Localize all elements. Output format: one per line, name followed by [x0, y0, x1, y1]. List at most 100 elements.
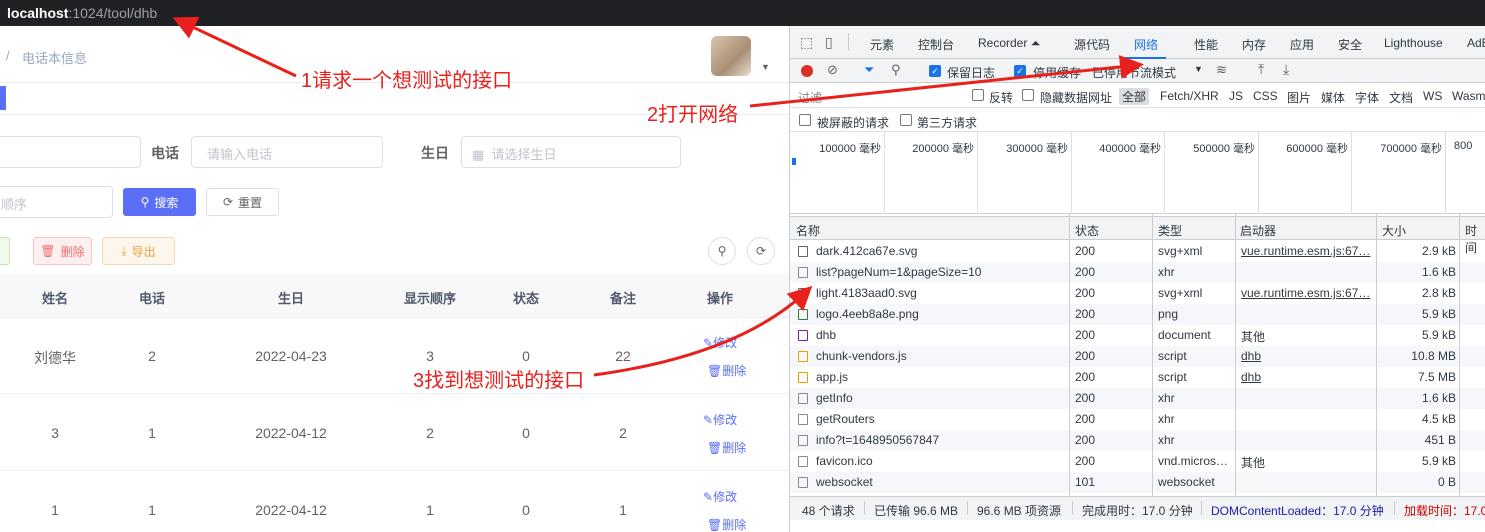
hide-data-urls-checkbox[interactable] — [1022, 89, 1034, 101]
chevron-down-icon[interactable]: ▼ — [761, 62, 770, 72]
network-conditions-icon[interactable]: ≋ — [1216, 62, 1227, 78]
tab-elements[interactable]: 元素 — [870, 36, 894, 53]
avatar[interactable] — [711, 36, 751, 76]
column-header-size[interactable]: 大小 — [1382, 222, 1406, 239]
address-bar[interactable]: localhost:1024/tool/dhb — [0, 0, 1485, 26]
invert-checkbox[interactable] — [972, 89, 984, 101]
export-button[interactable]: ⤓ 导出 — [102, 237, 175, 265]
request-row[interactable]: favicon.ico 200 vnd.micros… 其他 5.9 kB — [790, 451, 1485, 472]
delete-link[interactable]: 🗑删除 — [707, 439, 746, 456]
cell-remark: 2 — [619, 425, 627, 441]
third-party-checkbox[interactable] — [900, 114, 912, 126]
device-toolbar-icon[interactable]: ▯ — [825, 34, 833, 51]
delete-link[interactable]: 🗑删除 — [707, 516, 746, 532]
filter-type-doc[interactable]: 文档 — [1389, 89, 1413, 106]
refresh-icon: ⟳ — [222, 195, 234, 209]
blocked-requests-checkbox[interactable] — [799, 114, 811, 126]
filter-type-font[interactable]: 字体 — [1355, 89, 1379, 106]
breadcrumb-separator: / — [6, 48, 10, 63]
tab-lighthouse[interactable]: Lighthouse — [1384, 36, 1443, 50]
request-row[interactable]: list?pageNum=1&pageSize=10 200 xhr 1.6 kB — [790, 262, 1485, 283]
request-initiator[interactable]: dhb — [1241, 370, 1374, 384]
name-field[interactable] — [0, 136, 141, 168]
tab-adblock[interactable]: AdB — [1467, 36, 1485, 50]
tab-network[interactable]: 网络 — [1134, 36, 1158, 53]
cell-birthday: 2022-04-12 — [255, 502, 327, 518]
edit-link-label: 修改 — [713, 413, 738, 427]
record-icon[interactable] — [801, 65, 813, 77]
edit-link[interactable]: ✎修改 — [703, 411, 737, 428]
hide-data-urls-label: 隐藏数据网址 — [1040, 91, 1113, 105]
reset-button[interactable]: ⟳ 重置 — [206, 188, 279, 216]
active-tag-indicator[interactable] — [0, 86, 6, 110]
request-row[interactable]: app.js 200 script dhb 7.5 MB — [790, 367, 1485, 388]
filter-type-css[interactable]: CSS — [1253, 89, 1278, 103]
clear-icon[interactable]: ⊘ — [827, 62, 838, 78]
preserve-log-checkbox[interactable]: ✓ — [929, 65, 941, 77]
request-row[interactable]: dhb 200 document 其他 5.9 kB — [790, 325, 1485, 346]
tab-performance[interactable]: 性能 — [1194, 36, 1218, 53]
column-header-name[interactable]: 名称 — [796, 222, 820, 239]
cell-order: 3 — [426, 348, 434, 364]
request-row[interactable]: websocket 101 websocket 0 B — [790, 472, 1485, 493]
grid-line — [1445, 132, 1446, 214]
tab-sources[interactable]: 源代码 — [1074, 36, 1110, 53]
birthday-label: 生日 — [421, 145, 449, 161]
import-har-icon[interactable]: ⤒ — [1258, 61, 1264, 78]
filter-type-js[interactable]: JS — [1229, 89, 1243, 103]
request-status: 200 — [1075, 349, 1096, 363]
request-initiator[interactable]: vue.runtime.esm.js:67… — [1241, 286, 1374, 300]
tab-recorder[interactable]: Recorder ⏶ — [978, 36, 1040, 51]
filter-type-fetch-xhr[interactable]: Fetch/XHR — [1160, 89, 1219, 103]
throttle-select[interactable]: 已停用节流模式 — [1092, 64, 1176, 81]
phone-input[interactable]: 请输入电话 — [191, 136, 383, 168]
request-status: 200 — [1075, 286, 1096, 300]
refresh-button[interactable]: ⟳ — [747, 237, 775, 265]
export-har-icon[interactable]: ⤓ — [1283, 61, 1289, 78]
tab-memory[interactable]: 内存 — [1242, 36, 1266, 53]
add-button[interactable] — [0, 237, 10, 265]
filter-type-ws[interactable]: WS — [1423, 89, 1442, 103]
request-row[interactable]: getInfo 200 xhr 1.6 kB — [790, 388, 1485, 409]
column-header-status[interactable]: 状态 — [1075, 222, 1099, 239]
search-button[interactable]: ⚲ 搜索 — [123, 188, 196, 216]
filter-type-media[interactable]: 媒体 — [1321, 89, 1345, 106]
filter-type-img[interactable]: 图片 — [1287, 89, 1311, 106]
column-header-type[interactable]: 类型 — [1158, 222, 1182, 239]
filter-input[interactable]: 过滤 — [798, 89, 822, 106]
request-row[interactable]: dark.412ca67e.svg 200 svg+xml vue.runtime.e… — [790, 241, 1485, 262]
disable-cache-checkbox[interactable]: ✓ — [1014, 65, 1026, 77]
request-initiator[interactable]: vue.runtime.esm.js:67… — [1241, 244, 1374, 258]
request-row[interactable]: logo.4eeb8a8e.png 200 png 5.9 kB — [790, 304, 1485, 325]
tab-console[interactable]: 控制台 — [918, 36, 954, 53]
delete-button[interactable]: 🗑 删除 — [33, 237, 92, 265]
filter-type-wasm[interactable]: Wasm — [1452, 89, 1485, 103]
inspect-element-icon[interactable]: ⬚ — [800, 34, 813, 51]
filter-icon[interactable]: ⏷ — [864, 62, 874, 78]
request-initiator[interactable]: dhb — [1241, 349, 1374, 363]
request-row[interactable]: light.4183aad0.svg 200 svg+xml vue.runtime.… — [790, 283, 1485, 304]
edit-link[interactable]: ✎修改 — [703, 488, 737, 505]
toggle-search-button[interactable]: ⚲ — [708, 237, 736, 265]
birthday-picker[interactable]: ▦ 请选择生日 — [461, 136, 681, 168]
cell-phone: 1 — [148, 502, 156, 518]
request-name: light.4183aad0.svg — [816, 286, 917, 300]
file-icon — [798, 477, 808, 488]
timeline-overview[interactable]: 100000 毫秒 200000 毫秒 300000 毫秒 400000 毫秒 … — [790, 132, 1485, 214]
edit-link[interactable]: ✎修改 — [703, 334, 737, 351]
order-input[interactable]: 顺序 — [0, 186, 113, 218]
request-row[interactable]: chunk-vendors.js 200 script dhb 10.8 MB — [790, 346, 1485, 367]
tab-application[interactable]: 应用 — [1290, 36, 1314, 53]
request-size: 0 B — [1437, 475, 1456, 489]
request-row[interactable]: getRouters 200 xhr 4.5 kB — [790, 409, 1485, 430]
delete-link[interactable]: 🗑删除 — [707, 362, 746, 379]
breadcrumb[interactable]: 电话本信息 — [22, 48, 87, 67]
filter-type-all[interactable]: 全部 — [1119, 88, 1150, 105]
tab-security[interactable]: 安全 — [1338, 36, 1362, 53]
request-row[interactable]: info?t=1648950567847 200 xhr 451 B — [790, 430, 1485, 451]
column-header-initiator[interactable]: 启动器 — [1240, 222, 1276, 239]
url-path: :1024/tool/dhb — [68, 5, 158, 21]
request-type: websocket — [1158, 475, 1215, 489]
search-icon[interactable]: ⚲ — [891, 62, 901, 78]
chevron-down-icon[interactable]: ▼ — [1194, 64, 1203, 74]
